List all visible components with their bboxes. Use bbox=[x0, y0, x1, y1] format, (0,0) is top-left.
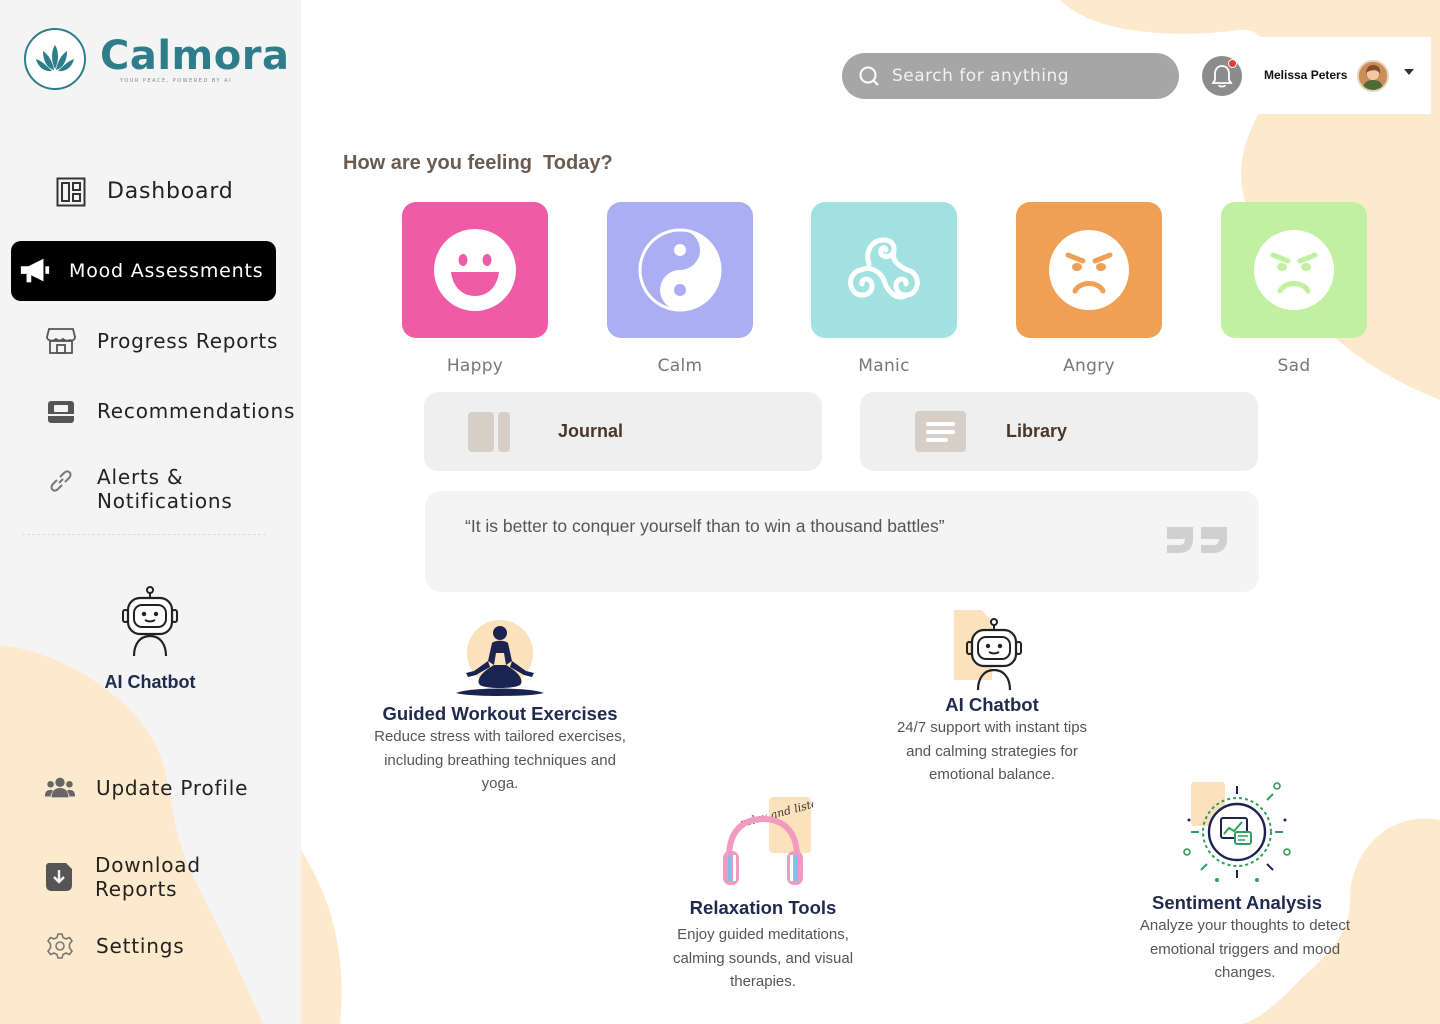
angry-face-icon bbox=[1049, 230, 1129, 310]
feature-title: Guided Workout Exercises bbox=[382, 703, 618, 724]
sidebar-item-label: Dashboard bbox=[107, 179, 234, 204]
sidebar-item-dashboard[interactable]: Dashboard bbox=[55, 176, 234, 208]
feature-desc-line: Reduce stress with tailored exercises, bbox=[374, 728, 626, 745]
quote-icon bbox=[1167, 527, 1227, 553]
feature-desc-line: Analyze your thoughts to detect bbox=[1139, 917, 1351, 934]
app-logo[interactable]: Calmora YOUR PEACE, POWERED BY AI bbox=[24, 28, 289, 90]
mood-tile bbox=[1016, 202, 1162, 338]
store-icon bbox=[45, 325, 77, 357]
sidebar-item-download-reports[interactable]: Download Reports bbox=[43, 853, 235, 901]
feature-title: Sentiment Analysis bbox=[1152, 892, 1322, 913]
feature-desc-line: therapies. bbox=[730, 973, 796, 990]
robot-icon bbox=[122, 586, 178, 657]
search-bar[interactable] bbox=[842, 53, 1179, 99]
sidebar-item-label: Alerts & Notifications bbox=[97, 465, 233, 513]
quote-box: “It is better to conquer yourself than t… bbox=[425, 491, 1259, 592]
user-name: Melissa Peters bbox=[1264, 68, 1348, 82]
mood-option-manic[interactable]: Manic bbox=[811, 202, 957, 376]
mood-tile bbox=[402, 202, 548, 338]
sidebar-item-label: Download Reports bbox=[95, 853, 201, 901]
yin-yang-icon bbox=[638, 228, 722, 312]
mood-label: Sad bbox=[1277, 356, 1311, 376]
sad-face-icon bbox=[1254, 230, 1334, 310]
app-name: Calmora bbox=[100, 33, 290, 79]
search-icon bbox=[859, 66, 879, 86]
notification-button[interactable] bbox=[1202, 56, 1242, 96]
headphones-icon: relax and listen bbox=[723, 795, 826, 885]
mood-tile bbox=[811, 202, 957, 338]
feature-desc-line: 24/7 support with instant tips bbox=[896, 719, 1088, 736]
sidebar-item-recommendations[interactable]: Recommendations bbox=[45, 395, 295, 427]
feature-desc-line: yoga. bbox=[481, 775, 519, 792]
megaphone-icon bbox=[19, 255, 51, 287]
search-input[interactable] bbox=[892, 66, 1162, 86]
feature-desc-line: emotional balance. bbox=[929, 766, 1055, 783]
feature-guided-workout[interactable]: Guided Workout Exercises Reduce stress w… bbox=[358, 617, 642, 796]
feature-desc-line: Enjoy guided meditations, bbox=[677, 926, 849, 943]
avatar[interactable] bbox=[1357, 60, 1389, 92]
happy-face-icon bbox=[434, 229, 516, 311]
meditation-icon bbox=[456, 620, 544, 696]
link-icon bbox=[45, 465, 77, 497]
feature-ai-chatbot[interactable]: AI Chatbot 24/7 support with instant tip… bbox=[872, 610, 1112, 787]
feature-title: AI Chatbot bbox=[945, 694, 1039, 715]
robot-icon bbox=[954, 610, 1022, 691]
feature-desc-line: and calming strategies for bbox=[906, 742, 1078, 760]
mood-option-happy[interactable]: Happy bbox=[402, 202, 548, 376]
sidebar-item-label: Mood Assessments bbox=[69, 260, 264, 282]
mood-label: Angry bbox=[1063, 356, 1115, 376]
mood-option-sad[interactable]: Sad bbox=[1221, 202, 1367, 376]
chatbot-label: AI Chatbot bbox=[104, 672, 196, 692]
lotus-icon bbox=[24, 28, 86, 90]
feature-title: Relaxation Tools bbox=[689, 897, 837, 918]
mood-tile bbox=[607, 202, 753, 338]
sidebar-item-settings[interactable]: Settings bbox=[44, 930, 184, 962]
journal-label: Journal bbox=[558, 421, 624, 441]
mood-label: Happy bbox=[446, 356, 504, 376]
mood-label: Manic bbox=[858, 356, 910, 376]
user-header: Melissa Peters bbox=[1190, 37, 1431, 114]
sidebar-item-label: Settings bbox=[96, 934, 185, 958]
notification-badge bbox=[1228, 59, 1237, 68]
mood-label: Calm bbox=[657, 356, 703, 376]
journal-icon bbox=[468, 411, 510, 452]
mood-heading: How are you feeling Today? bbox=[343, 152, 613, 174]
library-label: Library bbox=[1006, 421, 1068, 441]
sidebar: Calmora YOUR PEACE, POWERED BY AI Dashbo… bbox=[0, 0, 301, 1024]
gear-icon bbox=[44, 930, 76, 962]
mood-option-calm[interactable]: Calm bbox=[607, 202, 753, 376]
sidebar-item-mood-assessments[interactable]: Mood Assessments bbox=[11, 241, 276, 301]
library-card[interactable]: Library bbox=[860, 392, 1258, 471]
mood-option-angry[interactable]: Angry bbox=[1016, 202, 1162, 376]
chevron-down-icon[interactable] bbox=[1404, 69, 1414, 75]
mood-tile bbox=[1221, 202, 1367, 338]
sidebar-item-progress-reports[interactable]: Progress Reports bbox=[45, 325, 278, 357]
quote-text: “It is better to conquer yourself than t… bbox=[465, 516, 945, 536]
inbox-icon bbox=[45, 395, 77, 427]
sidebar-blob bbox=[0, 645, 264, 1024]
sentiment-analysis-icon bbox=[1183, 782, 1291, 882]
users-icon bbox=[44, 772, 76, 804]
sidebar-item-label: Update Profile bbox=[96, 776, 249, 800]
feature-relaxation-tools[interactable]: relax and listen Relaxation Tools Enjoy … bbox=[648, 795, 878, 994]
dashboard-icon bbox=[55, 176, 87, 208]
sidebar-item-alerts-notifications[interactable]: Alerts & Notifications bbox=[45, 465, 257, 513]
feature-desc-line: calming sounds, and visual bbox=[672, 949, 854, 967]
feature-sentiment-analysis[interactable]: Sentiment Analysis Analyze your thoughts… bbox=[1112, 780, 1362, 985]
sidebar-item-label: Recommendations bbox=[97, 399, 296, 423]
library-icon bbox=[915, 411, 966, 452]
feature-desc-line: including breathing techniques and bbox=[384, 751, 616, 769]
sidebar-chatbot[interactable]: AI Chatbot bbox=[95, 586, 205, 693]
sidebar-item-update-profile[interactable]: Update Profile bbox=[44, 772, 248, 804]
triple-spiral-icon bbox=[848, 237, 920, 300]
download-icon bbox=[43, 861, 75, 893]
sidebar-divider bbox=[22, 534, 266, 535]
sidebar-item-label: Progress Reports bbox=[97, 329, 279, 353]
journal-card[interactable]: Journal bbox=[424, 392, 822, 471]
feature-desc-line: emotional triggers and mood bbox=[1149, 940, 1341, 958]
feature-desc-line: changes. bbox=[1214, 964, 1276, 981]
